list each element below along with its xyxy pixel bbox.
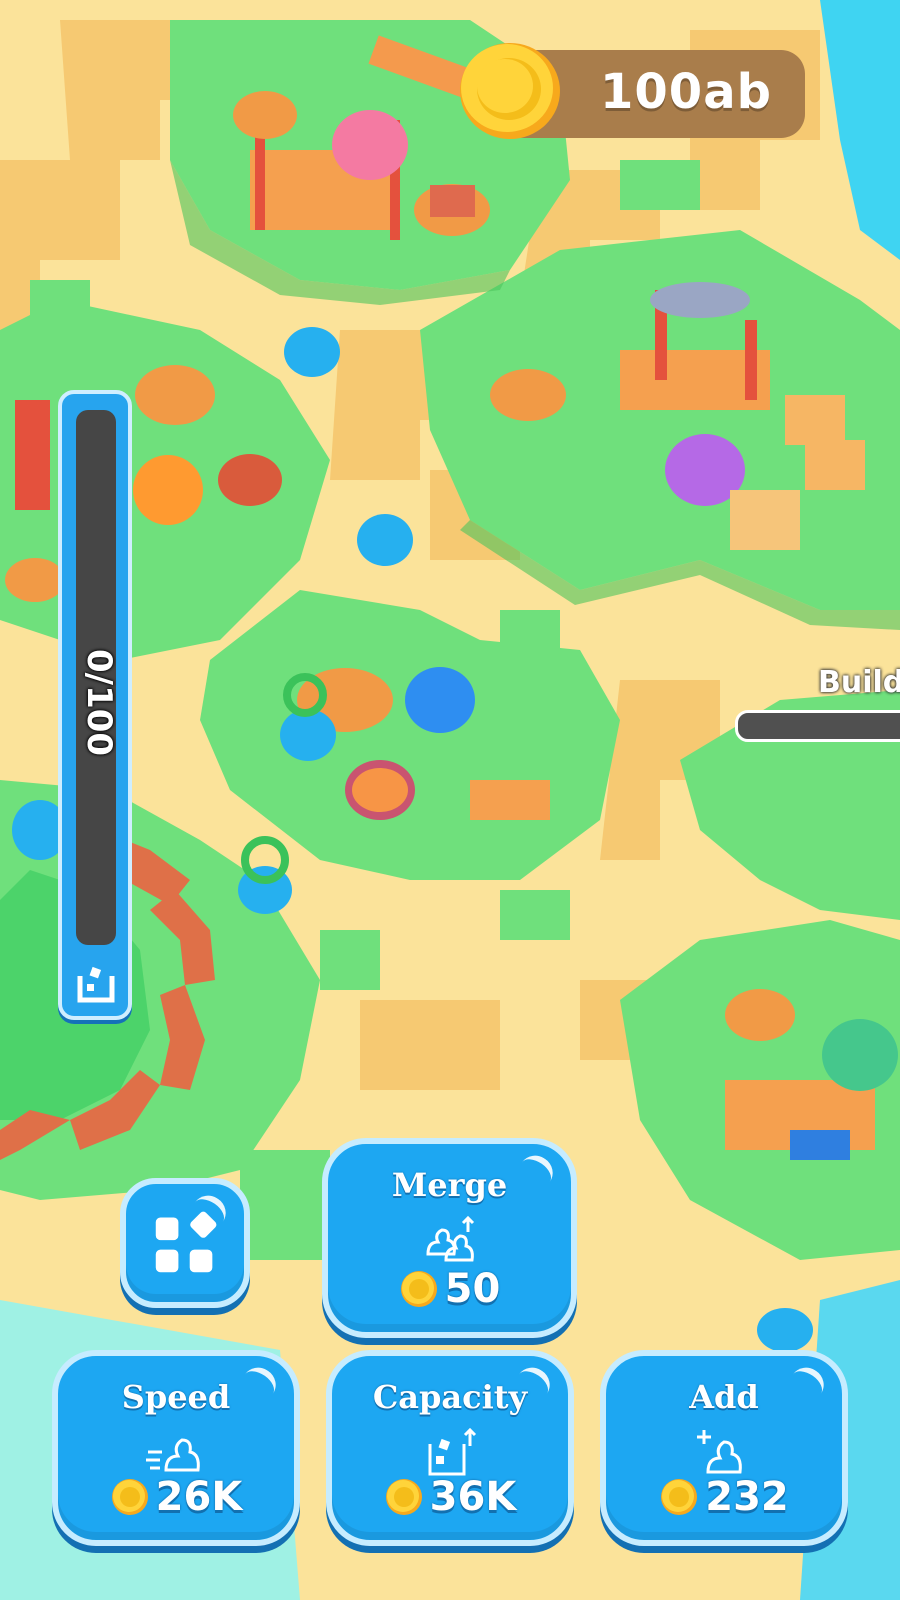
capacity-label: Capacity (372, 1378, 528, 1416)
merge-ducks-icon (425, 1215, 474, 1262)
merge-button[interactable]: Merge 50 (322, 1138, 577, 1338)
speed-price: 26K (58, 1472, 294, 1522)
merge-price: 50 (328, 1264, 571, 1314)
add-cost: 232 (705, 1474, 789, 1520)
add-label: Add (689, 1378, 759, 1416)
coin-icon (661, 1479, 698, 1515)
capacity-box-icon (428, 1427, 477, 1476)
capacity-meter-value: 0/100 (79, 649, 119, 757)
capacity-price: 36K (332, 1472, 568, 1522)
speed-cost: 26K (155, 1474, 243, 1520)
build-progress-bar (735, 710, 900, 742)
coin-icon (400, 1271, 437, 1307)
build-label: Build (818, 665, 900, 700)
box-icon (77, 966, 115, 1003)
coin-icon (111, 1479, 148, 1515)
coin-amount: 100ab (600, 64, 772, 120)
grid-menu-icon (155, 1211, 217, 1273)
speed-button[interactable]: Speed 26K (52, 1350, 300, 1546)
menu-button[interactable] (120, 1178, 250, 1308)
capacity-button[interactable]: Capacity 36K (326, 1350, 574, 1546)
speed-label: Speed (121, 1378, 231, 1416)
add-duck-icon (697, 1430, 742, 1474)
speed-duck-icon (146, 1438, 200, 1472)
coin-icon (385, 1479, 422, 1515)
add-button[interactable]: Add 232 (600, 1350, 848, 1546)
merge-cost: 50 (444, 1266, 501, 1312)
merge-label: Merge (391, 1166, 508, 1204)
capacity-meter: 0/100 (58, 390, 132, 1020)
capacity-cost: 36K (429, 1474, 517, 1520)
add-price: 232 (606, 1472, 842, 1522)
coin-icon (460, 43, 560, 139)
